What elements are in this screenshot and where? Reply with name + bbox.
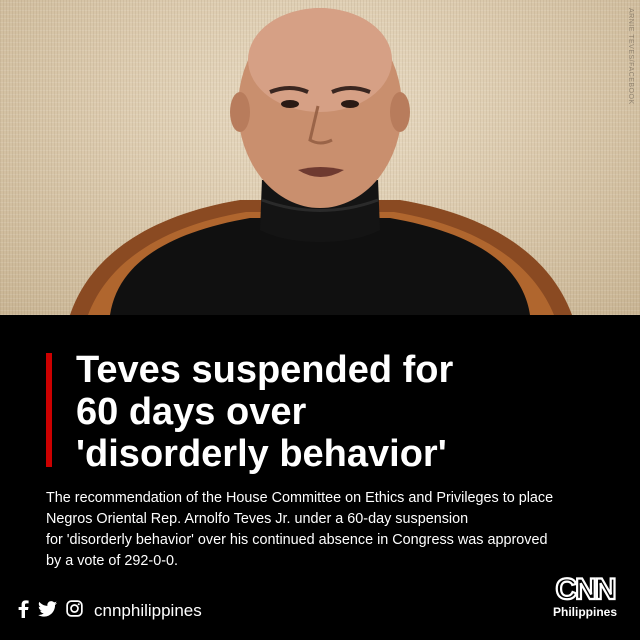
logo-subtitle: Philippines — [552, 605, 617, 619]
logo-wordmark: CNN — [556, 573, 615, 603]
summary-line: by a vote of 292-0-0. — [46, 553, 178, 569]
caption-panel: Teves suspended for 60 days over 'disord… — [0, 315, 640, 640]
news-photo: ARNIE TEVES/FACEBOOK — [0, 0, 640, 315]
man-portrait-illustration — [70, 8, 572, 315]
photo-credit: ARNIE TEVES/FACEBOOK — [627, 8, 634, 105]
social-bar: cnnphilippines — [18, 599, 202, 623]
twitter-icon[interactable] — [38, 600, 57, 622]
summary-line: Negros Oriental Rep. Arnolfo Teves Jr. u… — [46, 511, 469, 527]
instagram-icon[interactable] — [66, 600, 83, 622]
summary-line: for 'disorderly behavior' over his conti… — [46, 532, 548, 548]
accent-bar — [46, 353, 52, 467]
social-handle[interactable]: cnnphilippines — [94, 601, 202, 621]
facebook-icon[interactable] — [18, 599, 29, 623]
headline-line: 60 days over — [76, 391, 307, 433]
headline: Teves suspended for 60 days over 'disord… — [76, 349, 596, 475]
article-summary: The recommendation of the House Committe… — [46, 488, 606, 572]
summary-line: The recommendation of the House Committe… — [46, 490, 554, 506]
headline-line: Teves suspended for — [76, 349, 454, 391]
cnn-logo-icon: CNN — [554, 573, 616, 603]
cnn-philippines-logo: CNN Philippines — [552, 573, 618, 625]
headline-line: 'disorderly behavior' — [76, 433, 447, 475]
